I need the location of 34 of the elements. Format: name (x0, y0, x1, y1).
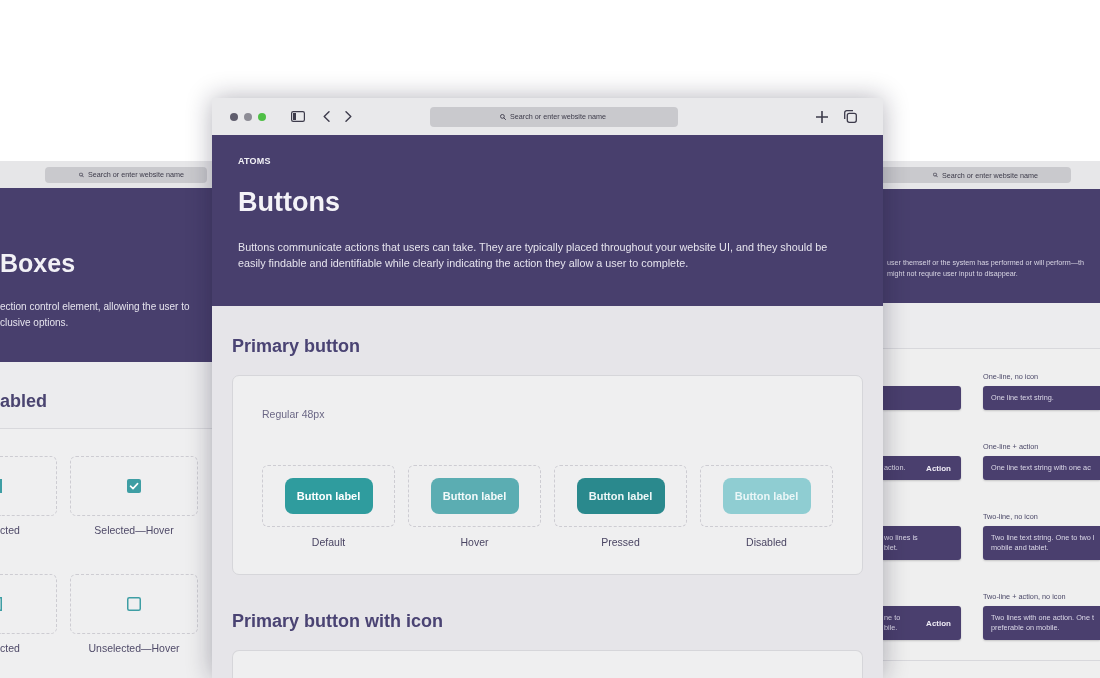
page-description: Buttons communicate actions that users can take. They are typically placed throughout your website UI, and they should be easily findable and identifiable while clearly indicating the action they allow a user to complete. (238, 240, 829, 271)
chevron-left-icon[interactable] (323, 111, 330, 122)
primary-button[interactable]: Button label (576, 478, 665, 514)
state-caption: Hover (460, 536, 489, 549)
search-icon (933, 172, 938, 178)
primary-button[interactable]: Button label (284, 478, 373, 514)
state-caption: cted (0, 642, 21, 655)
state-caption: Default (311, 536, 346, 549)
sidebar-icon[interactable] (291, 111, 305, 122)
page-description: ection control element, allowing the user to clusive options. (0, 300, 190, 330)
primary-button[interactable]: Button label (430, 478, 519, 514)
action-button[interactable]: Action (926, 463, 951, 473)
checkbox-icon[interactable] (127, 597, 141, 611)
search-icon (500, 113, 506, 120)
size-label: Regular 48px (262, 408, 325, 420)
section-heading: Primary button (232, 335, 360, 357)
page-title: Buttons (238, 187, 340, 217)
section-heading: abled (0, 390, 47, 412)
state-caption: Unselected—Hover (87, 642, 181, 655)
section-heading: Primary button with icon (232, 610, 443, 632)
page-title: Boxes (0, 248, 76, 278)
window-control-icon[interactable] (230, 112, 238, 121)
state-caption: Pressed (601, 536, 640, 549)
checkbox-icon[interactable] (127, 479, 141, 493)
search-icon (79, 172, 84, 177)
state-caption: Selected—Hover (93, 524, 175, 537)
chevron-right-icon[interactable] (345, 111, 352, 122)
eyebrow-label: ATOMS (238, 156, 271, 167)
state-caption: Disabled (746, 536, 787, 549)
state-caption: cted (0, 524, 21, 537)
plus-icon[interactable] (816, 110, 828, 123)
overlapping-squares-icon[interactable] (844, 110, 857, 123)
window-control-icon[interactable] (244, 112, 252, 121)
action-button[interactable]: Action (926, 618, 951, 628)
